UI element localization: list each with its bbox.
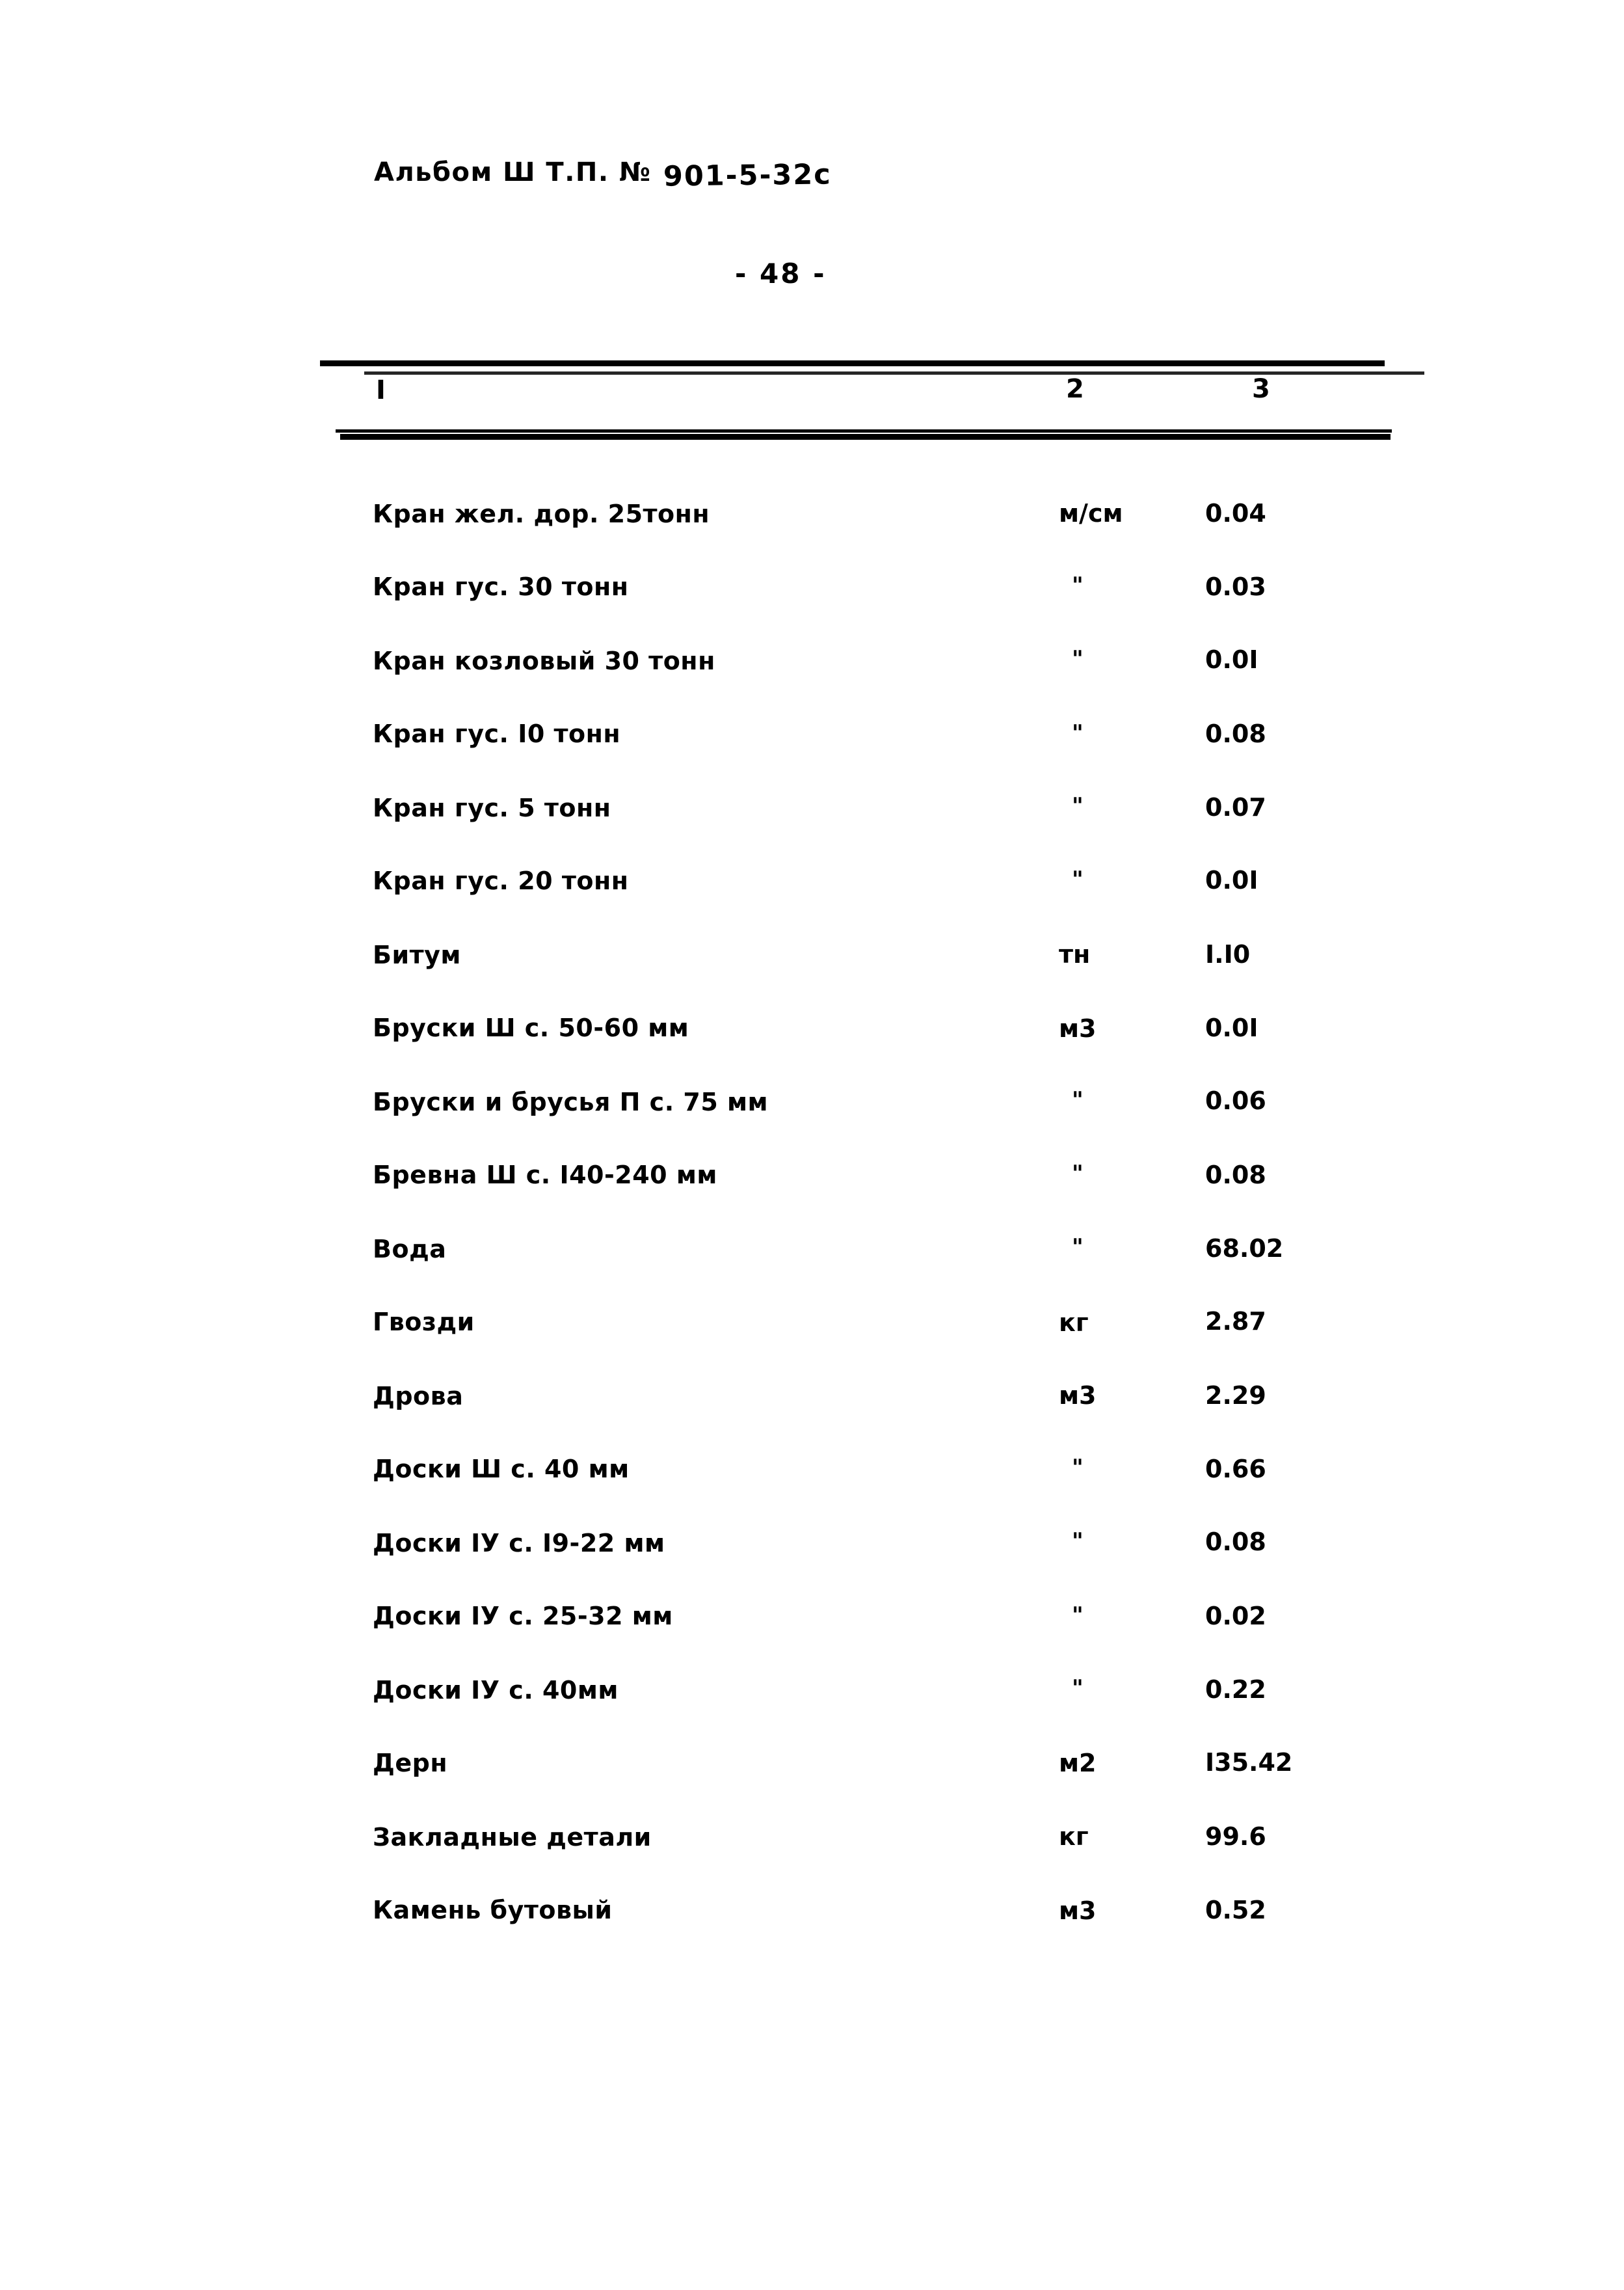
quantity-cell: I35.42	[1205, 1748, 1293, 1777]
resource-name-cell: Камень бутовый	[373, 1896, 613, 1924]
document-page: Альбом Ш Т.П. № 901-5-32с - 48 - I 2 3 Кр…	[0, 0, 1624, 2290]
unit-cell: кг	[1059, 1308, 1089, 1337]
album-code: 901-5-32с	[663, 158, 832, 193]
resource-name-cell: Кран гус. 30 тонн	[373, 572, 629, 601]
table-header-rule-secondary	[340, 434, 1391, 440]
unit-cell: "	[1072, 1234, 1084, 1260]
quantity-cell: 0.66	[1205, 1455, 1266, 1483]
unit-cell: м3	[1059, 1014, 1097, 1043]
table-row: Гвозди кг 2.87	[0, 1307, 1624, 1383]
table-row: Доски IУ с. 25-32 мм " 0.02	[0, 1604, 1624, 1677]
quantity-cell: 0.03	[1205, 572, 1266, 601]
quantity-cell: 0.08	[1205, 1528, 1266, 1556]
quantity-cell: 99.6	[1205, 1822, 1266, 1851]
page-number: - 48 -	[735, 258, 827, 290]
unit-cell: м2	[1059, 1749, 1097, 1777]
resource-name-cell: Кран козловый 30 тонн	[373, 647, 715, 675]
unit-cell: "	[1072, 1087, 1084, 1113]
resource-name-cell: Кран гус. 20 тонн	[373, 867, 629, 895]
resource-name-cell: Вода	[373, 1235, 447, 1263]
quantity-cell: 0.0I	[1205, 866, 1258, 895]
unit-cell: "	[1072, 1161, 1084, 1187]
resource-name-cell: Кран гус. I0 тонн	[373, 720, 621, 748]
table-row: Доски IУ с. 40мм " 0.22	[0, 1677, 1624, 1751]
quantity-cell: 0.22	[1205, 1675, 1266, 1704]
unit-cell: "	[1072, 1528, 1084, 1554]
unit-cell: "	[1072, 1602, 1084, 1628]
resource-name-cell: Дрова	[373, 1382, 464, 1410]
table-row: Кран гус. I0 тонн " 0.08	[0, 721, 1624, 795]
resource-name-cell: Доски Ш с. 40 мм	[373, 1455, 630, 1483]
resource-name-cell: Кран жел. дор. 25тонн	[373, 500, 710, 528]
unit-cell: кг	[1059, 1822, 1089, 1851]
resource-name-cell: Бруски и брусья П с. 75 мм	[373, 1088, 769, 1116]
resource-name-cell: Гвозди	[373, 1308, 475, 1336]
column-header-3: 3	[1252, 374, 1270, 404]
resource-name-cell: Доски IУ с. 40мм	[373, 1676, 619, 1704]
table-header-rule	[336, 429, 1392, 433]
resource-name-cell: Бруски Ш с. 50-60 мм	[373, 1014, 689, 1042]
resource-name-cell: Кран гус. 5 тонн	[373, 794, 611, 822]
table-top-rule	[320, 360, 1385, 366]
quantity-cell: I.I0	[1205, 940, 1251, 969]
unit-cell: "	[1072, 1455, 1084, 1481]
resource-name-cell: Доски IУ с. I9-22 мм	[373, 1529, 665, 1557]
unit-cell: "	[1072, 646, 1084, 672]
table-row: Дерн м2 I35.42	[0, 1748, 1624, 1824]
unit-cell: тн	[1059, 940, 1091, 969]
table-row: Кран гус. 30 тонн " 0.03	[0, 574, 1624, 648]
unit-cell: "	[1072, 720, 1084, 746]
table-row: Кран жел. дор. 25тонн м/см 0.04	[0, 501, 1624, 574]
table-row: Доски Ш с. 40 мм " 0.66	[0, 1457, 1624, 1530]
quantity-cell: 0.06	[1205, 1086, 1266, 1115]
table-row: Бруски Ш с. 50-60 мм м3 0.0I	[0, 1016, 1624, 1089]
resource-name-cell: Дерн	[373, 1749, 448, 1777]
column-header-2: 2	[1066, 374, 1084, 404]
unit-cell: м3	[1059, 1896, 1097, 1925]
table-row: Кран козловый 30 тонн " 0.0I	[0, 645, 1624, 721]
table-row: Дрова м3 2.29	[0, 1383, 1624, 1457]
column-header-1: I	[376, 375, 386, 405]
resource-name-cell: Бревна Ш с. I40-240 мм	[373, 1161, 717, 1189]
quantity-cell: 0.52	[1205, 1896, 1266, 1924]
quantity-cell: 2.87	[1205, 1307, 1266, 1336]
album-label: Альбом Ш Т.П. №	[374, 157, 652, 187]
unit-cell: м/см	[1059, 499, 1123, 528]
table-row: Доски IУ с. I9-22 мм " 0.08	[0, 1528, 1624, 1604]
unit-cell: "	[1072, 572, 1084, 599]
table-row: Битум тн I.I0	[0, 942, 1624, 1016]
document-header: Альбом Ш Т.П. № 901-5-32с	[374, 157, 832, 193]
table-row: Бревна Ш с. I40-240 мм " 0.08	[0, 1163, 1624, 1236]
unit-cell: "	[1072, 793, 1084, 819]
quantity-cell: 0.04	[1205, 499, 1266, 528]
resource-name-cell: Закладные детали	[373, 1823, 652, 1852]
unit-cell: "	[1072, 867, 1084, 893]
quantity-cell: 0.0I	[1205, 1014, 1258, 1042]
resource-name-cell: Битум	[373, 941, 461, 969]
table-row: Кран гус. 20 тонн " 0.0I	[0, 866, 1624, 942]
quantity-cell: 0.0I	[1205, 645, 1258, 674]
quantity-cell: 68.02	[1205, 1234, 1284, 1263]
quantity-cell: 0.08	[1205, 1161, 1266, 1189]
table-row: Камень бутовый м3 0.52	[0, 1898, 1624, 1971]
quantity-cell: 0.07	[1205, 793, 1266, 822]
table-row: Закладные детали кг 99.6	[0, 1824, 1624, 1898]
table-body: Кран жел. дор. 25тонн м/см 0.04 Кран гус. 3…	[0, 501, 1624, 1971]
quantity-cell: 2.29	[1205, 1381, 1266, 1410]
unit-cell: м3	[1059, 1381, 1097, 1410]
table-row: Бруски и брусья П с. 75 мм " 0.06	[0, 1086, 1624, 1163]
table-row: Кран гус. 5 тонн " 0.07	[0, 795, 1624, 869]
quantity-cell: 0.08	[1205, 720, 1266, 748]
quantity-cell: 0.02	[1205, 1602, 1266, 1630]
unit-cell: "	[1072, 1675, 1084, 1701]
resource-name-cell: Доски IУ с. 25-32 мм	[373, 1602, 673, 1630]
table-row: Вода " 68.02	[0, 1236, 1624, 1310]
